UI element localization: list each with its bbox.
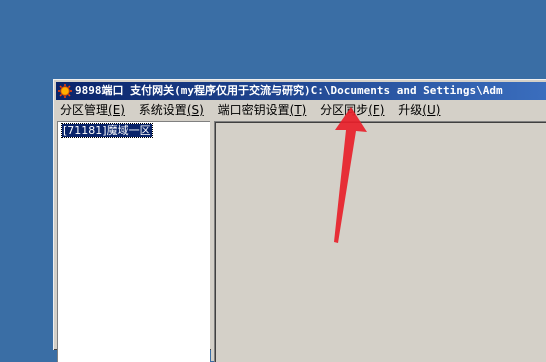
app-window: 9898端口 支付网关(my程序仅用于交流与研究)C:\Documents an… <box>53 79 546 362</box>
menu-label: 升级 <box>398 103 423 117</box>
menu-partition-sync[interactable]: 分区同步(F) <box>316 101 388 120</box>
menu-label: 系统设置 <box>138 103 187 117</box>
menu-accel: (U) <box>422 103 441 117</box>
menu-port-key-settings[interactable]: 端口密钥设置(T) <box>214 101 311 120</box>
tree-item-partition[interactable]: [71181]魔域一区 <box>61 123 153 138</box>
menu-system-settings[interactable]: 系统设置(S) <box>135 101 208 120</box>
menu-label: 分区同步 <box>320 103 369 117</box>
menu-upgrade[interactable]: 升级(U) <box>394 101 444 120</box>
menu-accel: (F) <box>368 103 385 117</box>
menu-label: 分区管理 <box>60 103 109 117</box>
menu-accel: (E) <box>108 103 125 117</box>
menu-accel: (T) <box>289 103 307 117</box>
app-icon <box>58 84 72 98</box>
menu-accel: (S) <box>186 103 204 117</box>
title-bar[interactable]: 9898端口 支付网关(my程序仅用于交流与研究)C:\Documents an… <box>56 82 546 100</box>
menu-partition-management[interactable]: 分区管理(E) <box>56 101 129 120</box>
partition-tree[interactable]: [71181]魔域一区 <box>57 121 210 362</box>
window-title: 9898端口 支付网关(my程序仅用于交流与研究)C:\Documents an… <box>75 84 503 97</box>
detail-pane <box>214 121 546 362</box>
menu-label: 端口密钥设置 <box>217 103 290 117</box>
menu-bar: 分区管理(E) 系统设置(S) 端口密钥设置(T) 分区同步(F) 升级(U) <box>56 101 546 120</box>
